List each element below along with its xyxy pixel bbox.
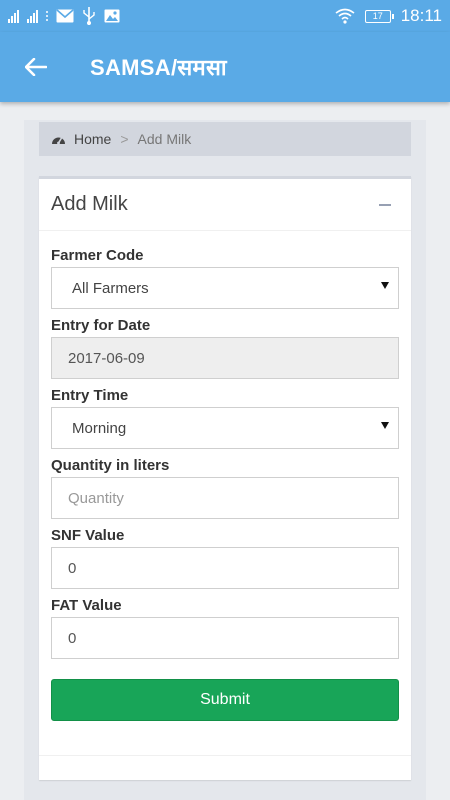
entry-time-select[interactable]: Morning bbox=[51, 407, 399, 449]
card-header: Add Milk bbox=[39, 179, 411, 231]
status-icons-right: 17 18:11 bbox=[335, 6, 442, 26]
entry-date-value: 2017-06-09 bbox=[68, 349, 145, 367]
status-icons-left bbox=[8, 7, 120, 25]
content-area: Home > Add Milk Add Milk Farmer Code All… bbox=[24, 120, 426, 800]
battery-icon: 17 bbox=[364, 9, 394, 23]
add-milk-card: Add Milk Farmer Code All Farmers Entry f… bbox=[39, 176, 411, 780]
snf-input[interactable]: 0 bbox=[51, 547, 399, 589]
fat-label: FAT Value bbox=[51, 597, 122, 614]
breadcrumb-current: Add Milk bbox=[137, 131, 192, 147]
quantity-input[interactable]: Quantity bbox=[51, 477, 399, 519]
dropdown-caret-icon bbox=[381, 282, 389, 289]
signal-icon bbox=[8, 9, 19, 23]
card-title: Add Milk bbox=[51, 193, 128, 215]
fat-value: 0 bbox=[68, 629, 77, 647]
farmer-code-label: Farmer Code bbox=[51, 247, 144, 264]
submit-button[interactable]: Submit bbox=[51, 679, 399, 721]
add-milk-form: Farmer Code All Farmers Entry for Date 2… bbox=[39, 231, 411, 721]
app-bar: SAMSA/समसा bbox=[0, 32, 450, 102]
dropdown-caret-icon bbox=[381, 422, 389, 429]
collapse-button[interactable] bbox=[371, 191, 399, 219]
breadcrumb-separator: > bbox=[120, 131, 129, 147]
snf-value: 0 bbox=[68, 559, 77, 577]
entry-date-label: Entry for Date bbox=[51, 317, 151, 334]
quantity-placeholder: Quantity bbox=[68, 489, 124, 507]
fat-input[interactable]: 0 bbox=[51, 617, 399, 659]
status-bar: 17 18:11 bbox=[0, 0, 450, 32]
breadcrumb: Home > Add Milk bbox=[39, 122, 411, 156]
breadcrumb-home-link[interactable]: Home bbox=[51, 131, 111, 147]
entry-date-field[interactable]: 2017-06-09 bbox=[51, 337, 399, 379]
farmer-code-select[interactable]: All Farmers bbox=[51, 267, 399, 309]
snf-label: SNF Value bbox=[51, 527, 125, 544]
usb-icon bbox=[83, 7, 95, 25]
status-time: 18:11 bbox=[400, 6, 442, 25]
farmer-code-value: All Farmers bbox=[72, 279, 149, 297]
minus-icon bbox=[379, 203, 391, 206]
back-button[interactable] bbox=[16, 47, 56, 87]
mail-icon bbox=[56, 9, 74, 23]
more-dots-icon bbox=[46, 11, 48, 21]
entry-time-value: Morning bbox=[72, 419, 127, 437]
quantity-label: Quantity in liters bbox=[51, 457, 170, 474]
arrow-left-icon bbox=[25, 58, 47, 76]
app-title: SAMSA/समसा bbox=[90, 55, 227, 80]
wifi-icon bbox=[335, 8, 355, 24]
dashboard-gauge-icon bbox=[52, 137, 65, 145]
breadcrumb-home-label: Home bbox=[74, 131, 112, 147]
card-footer-divider bbox=[39, 755, 411, 756]
signal-icon bbox=[27, 9, 38, 23]
image-icon bbox=[104, 9, 120, 23]
entry-time-label: Entry Time bbox=[51, 387, 129, 404]
